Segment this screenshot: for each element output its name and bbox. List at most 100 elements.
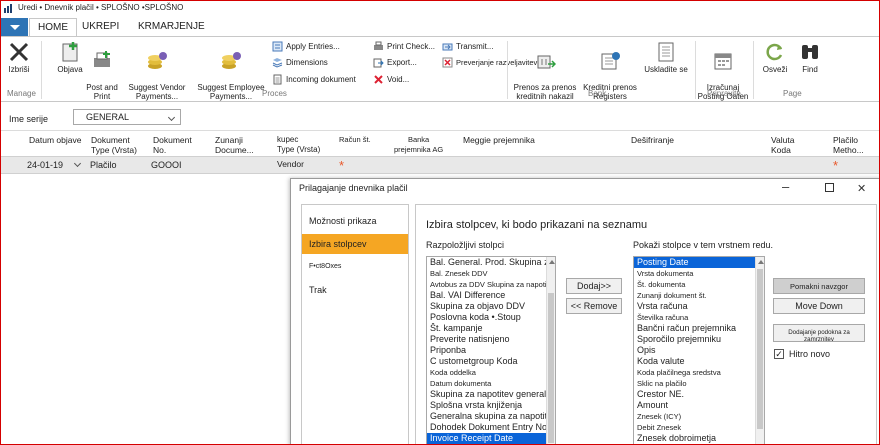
credit-transfer-export-button[interactable]: Prenos za prenos kreditnih nakazil (509, 41, 581, 101)
scroll-up-icon[interactable] (549, 260, 555, 264)
tab-krmarjenje[interactable]: KRMARJENJE (138, 21, 205, 32)
col-header-document-no[interactable]: Dokument No. (153, 135, 192, 155)
refresh-icon (766, 43, 783, 61)
list-item[interactable]: Skupina za napotitev generalnih avtobuso… (427, 389, 555, 400)
close-icon[interactable]: ✕ (857, 182, 866, 195)
list-item[interactable]: Skupina za objavo DDV (427, 301, 555, 312)
cell-document-type[interactable]: Plačilo (90, 160, 117, 170)
reconcile-button[interactable]: Uskladite se (641, 41, 691, 74)
list-item[interactable]: Avtobus za DDV Skupina za napotitev (427, 279, 555, 290)
col-header-posting-date[interactable]: Datum objave (29, 135, 81, 145)
list-item[interactable]: Preverite natisnjeno (427, 334, 555, 345)
list-item[interactable]: Splošna vrsta knjiženja (427, 400, 555, 411)
nav-item-display-options[interactable]: Možnosti prikaza (302, 211, 408, 231)
list-item[interactable]: Koda oddelka (427, 367, 555, 378)
post-button[interactable]: Objava (55, 41, 85, 74)
incoming-document-button[interactable]: Incoming dokument (272, 74, 356, 85)
suggest-employee-payments-button[interactable]: Suggest Employee Payments... (193, 41, 269, 101)
col-header-document-type[interactable]: Dokument Type (Vrsta) (91, 135, 137, 155)
list-item[interactable]: Debit Znesek (634, 422, 764, 433)
suggest-vendor-payments-button[interactable]: Suggest Vendor Payments... (121, 41, 193, 101)
refresh-button[interactable]: Osveži (758, 41, 792, 74)
add-column-button[interactable]: Dodaj>> (566, 278, 622, 294)
list-item[interactable]: Vrsta računa (634, 301, 764, 312)
tab-ukrepi[interactable]: UKREPI (82, 21, 119, 32)
table-row[interactable]: 24-01-19 Plačilo GOOOI Vendor * * (1, 156, 879, 174)
col-header-description[interactable]: Dešifriranje (631, 135, 674, 145)
list-item[interactable]: Posting Date (634, 257, 764, 268)
col-header-account-type[interactable]: kupec Type (Vrsta) (277, 135, 320, 155)
scrollbar[interactable] (546, 257, 555, 444)
col-header-payment-method[interactable]: Plačilo Metho... (833, 135, 864, 155)
list-item[interactable]: Sporočilo prejemniku (634, 334, 764, 345)
group-label-bank: Bank (588, 89, 607, 98)
col-header-account-no[interactable]: Račun št. (339, 135, 371, 145)
chevron-down-icon[interactable] (73, 159, 82, 168)
delete-button[interactable]: Izbriši (6, 41, 32, 74)
print-check-button[interactable]: Print Check... (373, 41, 435, 52)
transmit-button[interactable]: Transmit... (442, 41, 493, 52)
cell-account-type[interactable]: Vendor (277, 159, 304, 169)
col-header-recipient-bank[interactable]: Banka prejemnika AG (394, 135, 443, 155)
cell-posting-date[interactable]: 24-01-19 (27, 160, 63, 170)
list-item[interactable]: Crestor NE. (634, 389, 764, 400)
move-down-button[interactable]: Move Down (773, 298, 865, 314)
list-item[interactable]: Invoice Receipt Date (427, 433, 555, 444)
apply-entries-button[interactable]: Apply Entries... (272, 41, 340, 52)
delete-icon (9, 42, 29, 62)
shown-columns-list[interactable]: Posting Date Vrsta dokumenta Št. dokumenta… (633, 256, 765, 444)
list-item[interactable]: Bal. General. Prod. Skupina za napotitev (427, 257, 555, 268)
list-item[interactable]: C ustometgroup Koda (427, 356, 555, 367)
void-icon (442, 57, 453, 68)
nav-item-choose-columns[interactable]: Izbira stolpcev (302, 234, 408, 254)
void-button[interactable]: Void... (373, 74, 409, 85)
remove-column-button[interactable]: << Remove (566, 298, 622, 314)
list-item[interactable]: Številka računa (634, 312, 764, 323)
maximize-icon[interactable] (825, 183, 834, 192)
post-icon (62, 42, 78, 62)
minimize-icon[interactable]: – (782, 179, 789, 194)
batch-name-select[interactable]: GENERAL (73, 109, 181, 125)
quick-entry-checkbox[interactable]: ✓ (774, 349, 784, 359)
list-item[interactable]: Št. kampanje (427, 323, 555, 334)
add-freeze-pane-button[interactable]: Dodajanje podokna za zamrznitev (773, 324, 865, 343)
dimensions-button[interactable]: Dimensions (272, 57, 328, 68)
find-button[interactable]: Find (796, 41, 824, 74)
list-item[interactable]: Vrsta dokumenta (634, 268, 764, 279)
cell-document-no[interactable]: GOOOI (151, 160, 182, 170)
list-item[interactable]: Znesek dobroimetja (634, 433, 764, 444)
move-up-button[interactable]: Pomakni navzgor (773, 278, 865, 294)
list-item[interactable]: Generalna skupina za napotitev (427, 411, 555, 422)
col-header-external-document[interactable]: Zunanji Docume... (215, 135, 254, 155)
list-item[interactable]: Datum dokumenta (427, 378, 555, 389)
list-item[interactable]: Bal. VAI Difference (427, 290, 555, 301)
export-button[interactable]: Export... (373, 57, 417, 68)
list-item[interactable]: Koda valute (634, 356, 764, 367)
title-bar: Uredi • Dnevnik plačil • SPLOŠNO •SPLOŠN… (1, 1, 879, 17)
list-item[interactable]: Znesek (ICY) (634, 411, 764, 422)
list-item[interactable]: Bančni račun prejemnika (634, 323, 764, 334)
list-item[interactable]: Sklic na plačilo (634, 378, 764, 389)
scrollbar[interactable] (755, 257, 764, 444)
available-columns-list[interactable]: Bal. General. Prod. Skupina za napotitev… (426, 256, 556, 444)
nav-item-factboxes[interactable]: F•ct8Oxes (302, 258, 408, 278)
file-menu-button[interactable] (1, 18, 28, 36)
panel-title: Izbira stolpcev, ki bodo prikazani na se… (426, 219, 648, 231)
col-header-recipient-message[interactable]: Meggie prejemnika (463, 135, 535, 145)
list-item[interactable]: Št. dokumenta (634, 279, 764, 290)
post-and-print-button[interactable]: Post and Print (83, 41, 121, 101)
list-item[interactable]: Opis (634, 345, 764, 356)
col-header-currency-code[interactable]: Valuta Koda (771, 135, 794, 155)
list-item[interactable]: Poslovna koda •.Stoup (427, 312, 555, 323)
window-title: Uredi • Dnevnik plačil • SPLOŠNO •SPLOŠN… (18, 3, 184, 12)
list-item[interactable]: Amount (634, 400, 764, 411)
list-item[interactable]: Zunanji dokument št. (634, 290, 764, 301)
tab-home[interactable]: HOME (29, 18, 77, 37)
list-item[interactable]: Priponba (427, 345, 555, 356)
credit-transfer-registers-button[interactable]: Kreditni prenos Registers (576, 41, 644, 101)
list-item[interactable]: Dohodek Dokument Entry No (427, 422, 555, 433)
list-item[interactable]: Koda plačilnega sredstva (634, 367, 764, 378)
list-item[interactable]: Bal. Znesek DDV (427, 268, 555, 279)
scroll-up-icon[interactable] (758, 260, 764, 264)
nav-item-ribbon[interactable]: Trak (302, 280, 408, 300)
